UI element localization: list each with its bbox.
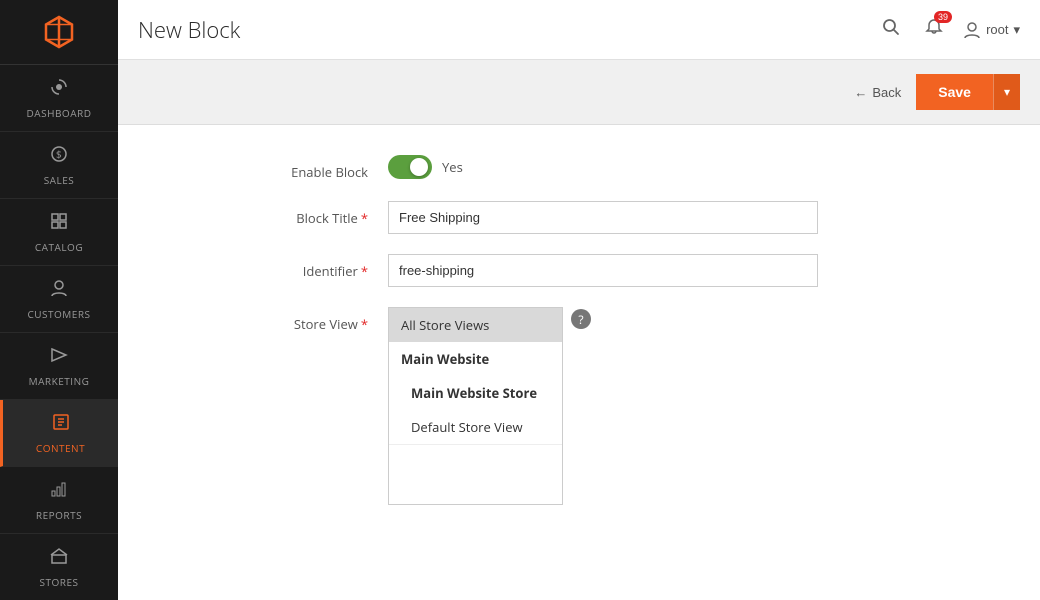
sidebar-logo [0, 0, 118, 65]
sidebar-item-customers[interactable]: CUSTOMERS [0, 266, 118, 333]
store-option-default-store-view[interactable]: Default Store View [389, 410, 562, 444]
store-view-listbox[interactable]: All Store Views Main Website Main Websit… [388, 307, 563, 505]
store-view-help-icon[interactable]: ? [571, 309, 591, 329]
user-label: root [986, 22, 1008, 37]
store-option-main-website[interactable]: Main Website [389, 342, 562, 376]
sidebar-item-catalog[interactable]: CATALOG [0, 199, 118, 266]
back-button[interactable]: ← Back [854, 85, 901, 100]
catalog-icon [49, 211, 69, 237]
store-view-required: * [361, 315, 368, 333]
sidebar-label-reports: REPORTS [36, 509, 82, 521]
sidebar-item-sales[interactable]: $ SALES [0, 132, 118, 199]
store-view-row: Store View* All Store Views Main Website… [168, 307, 990, 505]
sidebar: DASHBOARD $ SALES CATALOG CUSTOMERS MARK… [0, 0, 118, 600]
svg-text:$: $ [56, 147, 62, 161]
store-option-all[interactable]: All Store Views [389, 308, 562, 342]
sidebar-item-marketing[interactable]: MARKETING [0, 333, 118, 400]
page-title: New Block [138, 15, 877, 45]
store-view-control: All Store Views Main Website Main Websit… [388, 307, 591, 505]
block-title-required: * [361, 209, 368, 227]
identifier-control [388, 254, 818, 287]
sidebar-item-content[interactable]: CONTENT [0, 400, 118, 467]
main-content: New Block 39 root ▾ ← Back Save ▾ [118, 0, 1040, 600]
form-content-area: Enable Block Yes Block Title* [118, 125, 1040, 600]
marketing-icon [49, 345, 69, 371]
save-button[interactable]: Save [916, 74, 993, 110]
sidebar-item-reports[interactable]: REPORTS [0, 467, 118, 534]
identifier-input[interactable] [388, 254, 818, 287]
block-title-control [388, 201, 818, 234]
save-dropdown-button[interactable]: ▾ [993, 74, 1020, 110]
sidebar-label-marketing: MARKETING [29, 375, 90, 387]
sidebar-label-sales: SALES [44, 174, 75, 186]
sidebar-label-dashboard: DASHBOARD [27, 107, 92, 119]
enable-block-row: Enable Block Yes [168, 155, 990, 181]
sidebar-label-stores: STORES [40, 576, 79, 588]
notification-button[interactable]: 39 [920, 13, 948, 46]
sidebar-label-catalog: CATALOG [35, 241, 83, 253]
dashboard-icon [49, 77, 69, 103]
save-button-group: Save ▾ [916, 74, 1020, 110]
notification-badge: 39 [934, 11, 952, 23]
customers-icon [49, 278, 69, 304]
identifier-required: * [361, 262, 368, 280]
content-icon [51, 412, 71, 438]
back-label: Back [872, 85, 901, 100]
search-button[interactable] [877, 13, 905, 46]
sales-icon: $ [49, 144, 69, 170]
reports-icon [49, 479, 69, 505]
enable-block-toggle[interactable] [388, 155, 432, 179]
block-title-input[interactable] [388, 201, 818, 234]
page-header: New Block 39 root ▾ [118, 0, 1040, 60]
header-actions: 39 root ▾ [877, 13, 1020, 46]
identifier-row: Identifier* [168, 254, 990, 287]
sidebar-item-dashboard[interactable]: DASHBOARD [0, 65, 118, 132]
user-menu-button[interactable]: root ▾ [963, 21, 1020, 39]
sidebar-item-stores[interactable]: STORES [0, 534, 118, 600]
identifier-label: Identifier* [168, 254, 388, 280]
stores-icon [49, 546, 69, 572]
block-title-row: Block Title* [168, 201, 990, 234]
block-title-label: Block Title* [168, 201, 388, 227]
store-listbox-empty-space [389, 444, 562, 504]
store-option-main-website-store[interactable]: Main Website Store [389, 376, 562, 410]
back-arrow-icon: ← [854, 85, 867, 100]
enable-block-label: Enable Block [168, 155, 388, 181]
user-dropdown-icon: ▾ [1013, 22, 1020, 38]
toggle-thumb [410, 158, 428, 176]
enable-block-control: Yes [388, 155, 818, 179]
block-form: Enable Block Yes Block Title* [168, 155, 990, 505]
toggle-value-label: Yes [442, 158, 463, 176]
sidebar-label-content: CONTENT [36, 442, 85, 454]
toggle-wrapper: Yes [388, 155, 818, 179]
action-toolbar: ← Back Save ▾ [118, 60, 1040, 125]
store-view-label: Store View* [168, 307, 388, 333]
sidebar-label-customers: CUSTOMERS [27, 308, 90, 320]
